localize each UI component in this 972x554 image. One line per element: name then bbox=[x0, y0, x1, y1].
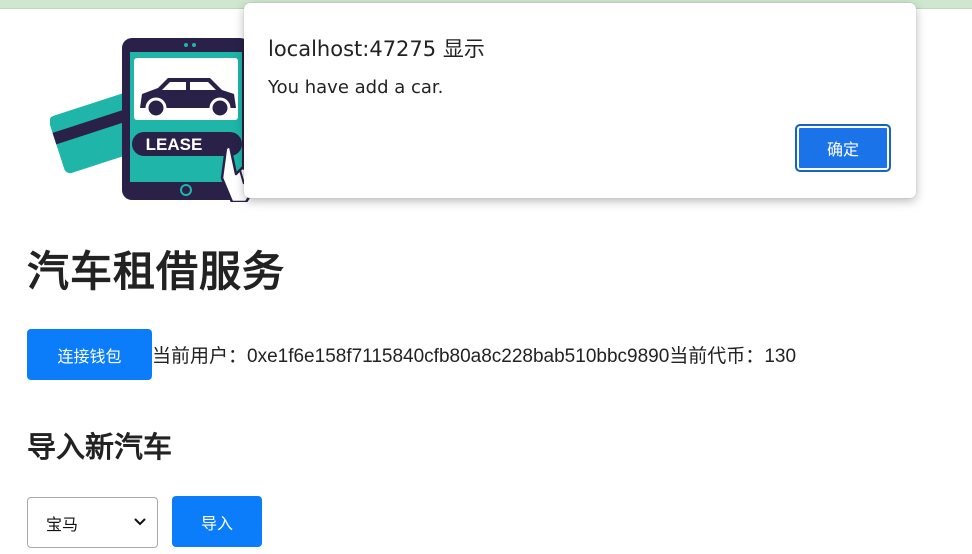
current-token-amount: 130 bbox=[764, 346, 797, 367]
current-user-address: 0xe1f6e158f7115840cfb80a8c228bab510bbc98… bbox=[247, 346, 670, 367]
import-car-heading: 导入新汽车 bbox=[27, 430, 173, 464]
user-info: 当前用户：0xe1f6e158f7115840cfb80a8c228bab510… bbox=[152, 341, 796, 368]
dialog-title: localhost:47275 显示 bbox=[268, 37, 485, 61]
car-brand-selected: 宝马 bbox=[46, 514, 79, 534]
chevron-down-icon bbox=[133, 516, 147, 530]
lease-sign-text: LEASE bbox=[146, 135, 203, 154]
alert-dialog: localhost:47275 显示 You have add a car. 确… bbox=[244, 3, 916, 198]
current-user-label: 当前用户： bbox=[152, 346, 248, 367]
lease-illustration: LEASE bbox=[50, 38, 258, 202]
page-title: 汽车租借服务 bbox=[27, 247, 286, 296]
current-token-label: 当前代币： bbox=[669, 346, 765, 367]
connect-wallet-button[interactable]: 连接钱包 bbox=[27, 329, 152, 380]
dialog-message: You have add a car. bbox=[268, 77, 444, 98]
import-car-button[interactable]: 导入 bbox=[172, 496, 262, 547]
car-brand-select[interactable]: 宝马 bbox=[27, 497, 158, 548]
dialog-ok-button[interactable]: 确定 bbox=[795, 124, 891, 172]
